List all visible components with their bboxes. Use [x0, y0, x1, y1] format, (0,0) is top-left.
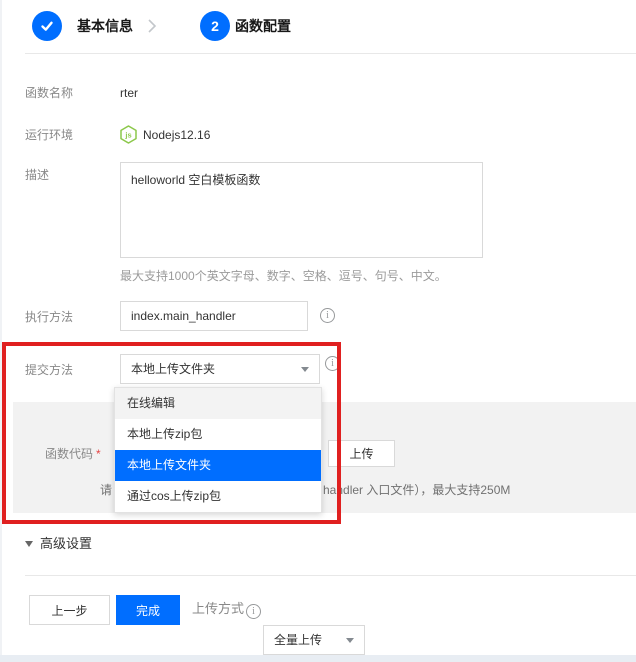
description-help: 最大支持1000个英文字母、数字、空格、逗号、句号、中文。 — [120, 269, 447, 283]
triangle-down-icon — [25, 541, 33, 547]
nodejs-icon: js — [119, 125, 138, 144]
chevron-down-icon — [346, 638, 354, 643]
step1-circle — [32, 11, 62, 41]
upload-mode-info-icon[interactable]: i — [246, 604, 261, 619]
function-code-panel: 函数代码* 上传 请 handler 入口文件），最大支持250M — [13, 402, 636, 513]
step2-circle: 2 — [200, 11, 230, 41]
code-help-prefix: 请 — [100, 483, 112, 497]
function-name-value: rter — [120, 86, 138, 100]
step2-label: 函数配置 — [235, 19, 291, 33]
submit-method-select-value: 本地上传文件夹 — [131, 362, 215, 376]
submit-method-label: 提交方法 — [25, 363, 73, 377]
page-bottom-strip — [0, 655, 636, 662]
submit-method-dropdown-menu: 在线编辑 本地上传zip包 本地上传文件夹 通过cos上传zip包 — [114, 387, 322, 513]
svg-text:js: js — [124, 131, 131, 140]
chevron-right-icon — [147, 18, 157, 34]
upload-button[interactable]: 上传 — [328, 440, 395, 467]
finish-button[interactable]: 完成 — [116, 595, 180, 625]
function-name-label: 函数名称 — [25, 86, 73, 100]
handler-info-icon[interactable]: i — [320, 308, 335, 323]
submit-method-select[interactable]: 本地上传文件夹 — [120, 354, 320, 384]
handler-label: 执行方法 — [25, 310, 73, 324]
dropdown-option-cos-zip[interactable]: 通过cos上传zip包 — [115, 481, 321, 512]
advanced-settings-label: 高级设置 — [40, 536, 92, 551]
advanced-settings-toggle[interactable]: 高级设置 — [25, 533, 92, 552]
chevron-down-icon — [301, 367, 309, 372]
dropdown-option-online-edit[interactable]: 在线编辑 — [115, 388, 321, 419]
upload-mode-select-value: 全量上传 — [274, 633, 322, 647]
function-code-label: 函数代码* — [45, 447, 101, 461]
code-help-text: handler 入口文件），最大支持250M — [323, 483, 510, 497]
runtime-value: Nodejs12.16 — [143, 128, 210, 142]
handler-input[interactable] — [120, 301, 308, 331]
check-icon — [39, 18, 55, 34]
submit-method-info-icon[interactable]: i — [325, 356, 340, 371]
header-divider — [25, 53, 636, 54]
runtime-label: 运行环境 — [25, 128, 73, 142]
page-left-edge — [0, 0, 2, 655]
function-config-page: 基本信息 2 函数配置 函数名称 rter 运行环境 js Nodejs12.1… — [0, 0, 636, 662]
upload-mode-label: 上传方式 — [192, 601, 244, 616]
description-textarea[interactable]: helloworld 空白模板函数 — [120, 162, 483, 258]
upload-mode: 上传方式i — [192, 602, 261, 618]
required-asterisk: * — [96, 447, 101, 461]
footer-divider — [25, 575, 636, 576]
step1-label: 基本信息 — [77, 19, 133, 33]
dropdown-option-local-zip[interactable]: 本地上传zip包 — [115, 419, 321, 450]
previous-step-button[interactable]: 上一步 — [29, 595, 110, 625]
dropdown-option-local-folder[interactable]: 本地上传文件夹 — [115, 450, 321, 481]
step2-number: 2 — [211, 18, 219, 34]
upload-mode-select[interactable]: 全量上传 — [263, 625, 365, 655]
description-label: 描述 — [25, 168, 49, 182]
